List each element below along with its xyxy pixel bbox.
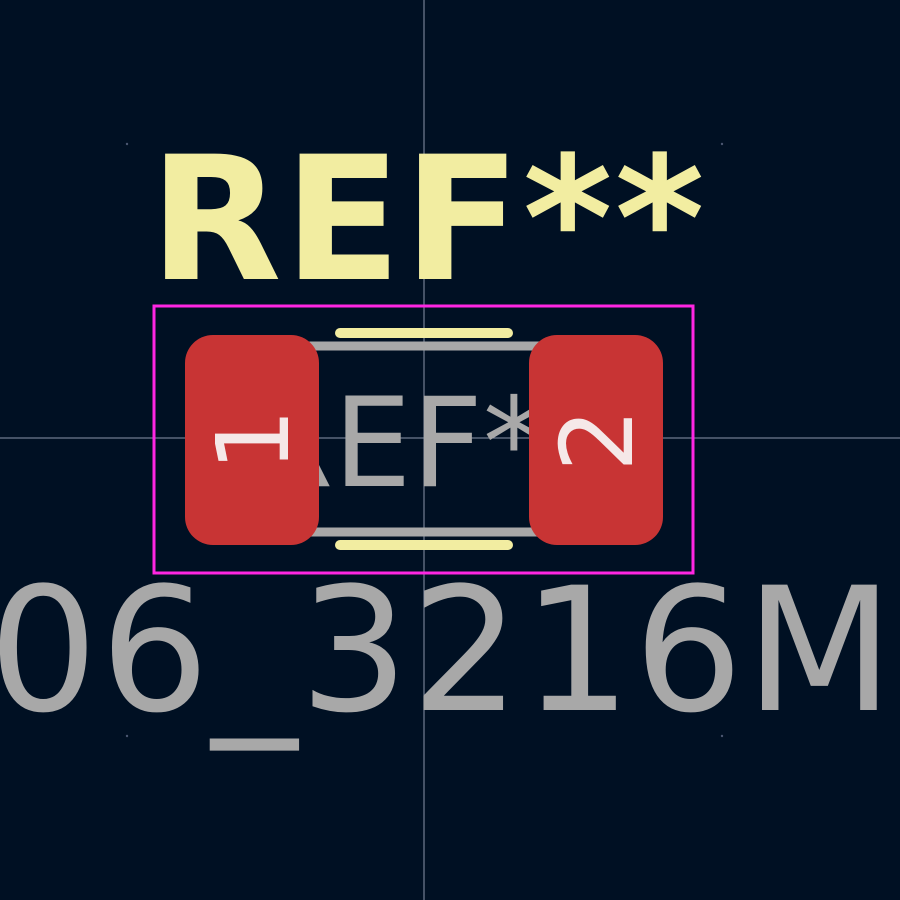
pad-1[interactable]: 1 — [185, 335, 319, 545]
pad-2-number: 2 — [539, 408, 656, 472]
pad-2[interactable]: 2 — [529, 335, 663, 545]
pad-1-number: 1 — [195, 408, 312, 472]
silkscreen-reference-text[interactable]: REF** — [149, 119, 706, 320]
pcb-footprint-canvas[interactable]: REF** 1 2 REF** R_1206_3216Metric — [0, 0, 900, 900]
footprint-value-text[interactable]: R_1206_3216Metric — [0, 550, 900, 751]
grid-dot — [720, 142, 724, 146]
grid-dot — [125, 142, 129, 146]
